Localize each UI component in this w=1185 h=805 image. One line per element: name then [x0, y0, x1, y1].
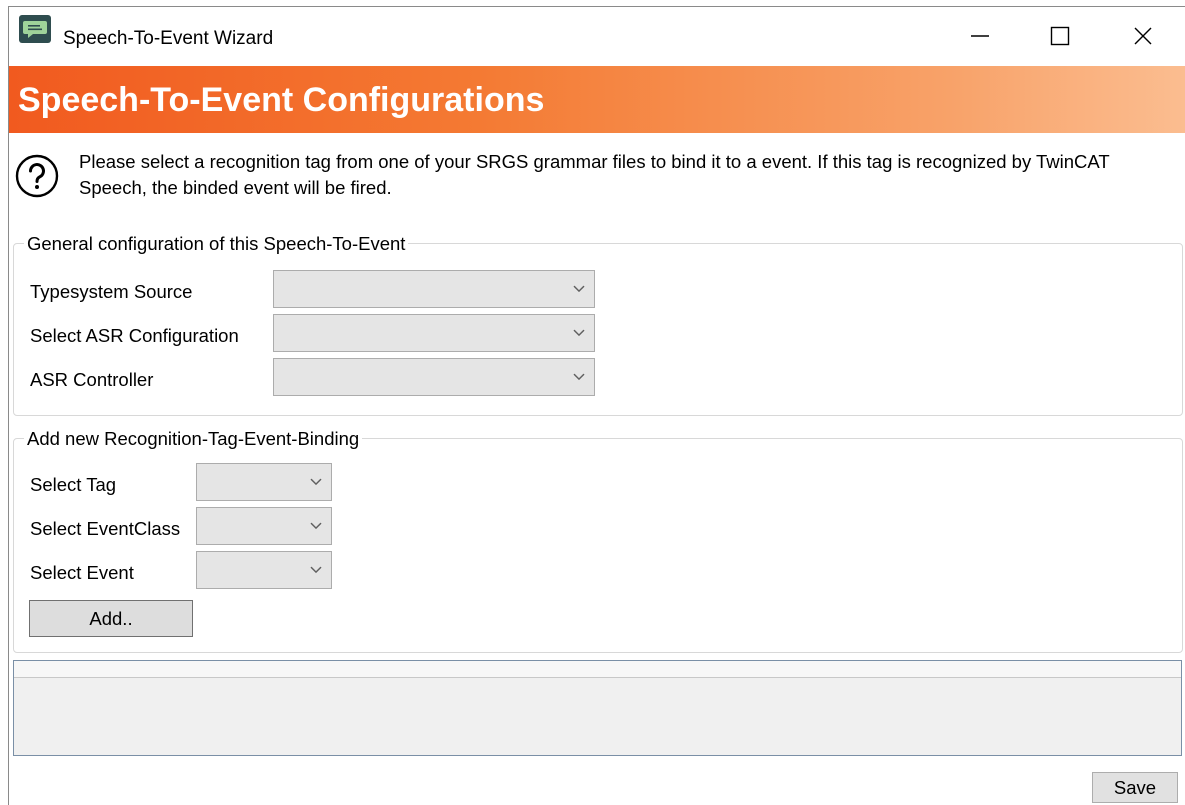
maximize-icon [1050, 26, 1070, 46]
close-icon [1134, 27, 1152, 45]
minimize-button[interactable] [950, 14, 1010, 58]
maximize-button[interactable] [1030, 14, 1090, 58]
select-tag-dropdown[interactable] [196, 463, 332, 501]
page-title: Speech-To-Event Configurations [18, 81, 545, 119]
typesystem-source-dropdown[interactable] [273, 270, 595, 308]
window-title: Speech-To-Event Wizard [63, 28, 274, 49]
asr-controller-dropdown[interactable] [273, 358, 595, 396]
add-binding-legend: Add new Recognition-Tag-Event-Binding [24, 427, 363, 451]
chevron-down-icon [310, 522, 322, 530]
list-header [14, 661, 1181, 677]
chevron-down-icon [573, 285, 585, 293]
chevron-down-icon [573, 329, 585, 337]
select-event-label: Select Event [30, 562, 134, 583]
select-tag-label: Select Tag [30, 474, 117, 495]
asr-controller-label: ASR Controller [30, 369, 154, 390]
bindings-list[interactable] [13, 660, 1182, 756]
select-eventclass-dropdown[interactable] [196, 507, 332, 545]
select-eventclass-label: Select EventClass [30, 518, 181, 539]
save-button[interactable]: Save [1092, 772, 1178, 803]
select-event-dropdown[interactable] [196, 551, 332, 589]
chevron-down-icon [310, 478, 322, 486]
speech-bubble-icon [18, 14, 52, 44]
add-binding-button[interactable]: Add.. [29, 600, 193, 637]
chevron-down-icon [310, 566, 322, 574]
chevron-down-icon [573, 373, 585, 381]
asr-configuration-label: Select ASR Configuration [30, 325, 239, 346]
question-icon [15, 154, 59, 203]
header-banner: Speech-To-Event Configurations [9, 66, 1185, 133]
list-header-divider [14, 677, 1181, 678]
general-config-legend: General configuration of this Speech-To-… [24, 232, 409, 256]
asr-configuration-dropdown[interactable] [273, 314, 595, 352]
help-text: Please select a recognition tag from one… [79, 151, 1110, 198]
typesystem-source-label: Typesystem Source [30, 281, 193, 302]
minimize-icon [971, 35, 989, 37]
close-button[interactable] [1113, 14, 1173, 58]
